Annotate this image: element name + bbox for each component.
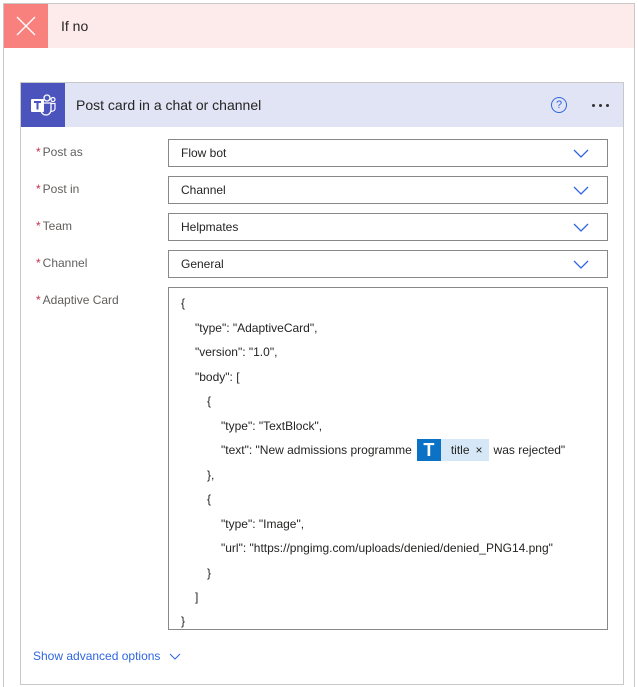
chevron-down-icon [573, 260, 589, 269]
action-card: Post card in a chat or channel ? * Post a… [20, 82, 624, 685]
branch-header[interactable]: If no [4, 4, 634, 48]
code-line: "type": "TextBlock", [221, 419, 323, 433]
code-line: "body": [ [195, 370, 240, 384]
team-label: * Team [36, 219, 73, 233]
post-in-value: Channel [181, 183, 226, 197]
code-line: "version": "1.0", [195, 345, 278, 359]
code-line: { [181, 296, 186, 310]
show-advanced-options-link[interactable]: Show advanced options [33, 649, 181, 663]
branch-title: If no [61, 18, 89, 34]
post-in-label: * Post in [36, 182, 80, 196]
help-icon[interactable]: ? [551, 97, 567, 113]
code-line: }, [207, 468, 215, 482]
channel-value: General [181, 257, 224, 271]
code-line: "url": "https://pngimg.com/uploads/denie… [221, 541, 553, 555]
adaptive-card-label: * Adaptive Card [36, 293, 119, 307]
dynamic-content-token-title[interactable]: T title × [416, 439, 489, 461]
post-as-label: * Post as [36, 145, 83, 159]
post-as-value: Flow bot [181, 146, 227, 160]
token-label: title [450, 443, 470, 457]
post-as-dropdown[interactable]: Flow bot [168, 139, 608, 167]
code-line: } [181, 614, 186, 628]
code-line: { [207, 394, 212, 408]
code-line-with-token: "text": "New admissions programme T titl… [221, 439, 566, 461]
action-title: Post card in a chat or channel [76, 97, 262, 113]
code-line: ] [195, 590, 199, 604]
text-type-icon: T [416, 439, 441, 461]
adaptive-card-editor[interactable]: { "type": "AdaptiveCard", "version": "1.… [168, 287, 608, 630]
code-line: } [207, 566, 212, 580]
chevron-down-icon [169, 653, 181, 660]
more-options-icon[interactable] [592, 103, 609, 107]
channel-dropdown[interactable]: General [168, 250, 608, 278]
code-line: { [207, 492, 212, 506]
microsoft-teams-icon [21, 83, 65, 127]
action-card-header[interactable]: Post card in a chat or channel ? [21, 83, 623, 127]
close-icon [4, 4, 48, 48]
chevron-down-icon [573, 223, 589, 232]
chevron-down-icon [573, 149, 589, 158]
post-in-dropdown[interactable]: Channel [168, 176, 608, 204]
team-value: Helpmates [181, 220, 239, 234]
remove-token-icon[interactable]: × [474, 442, 489, 458]
team-dropdown[interactable]: Helpmates [168, 213, 608, 241]
chevron-down-icon [573, 186, 589, 195]
if-no-branch-container: If no Post card in a chat or channel ? *… [3, 3, 635, 687]
code-line: "type": "Image", [221, 517, 305, 531]
code-line: "type": "AdaptiveCard", [195, 321, 318, 335]
channel-label: * Channel [36, 256, 88, 270]
